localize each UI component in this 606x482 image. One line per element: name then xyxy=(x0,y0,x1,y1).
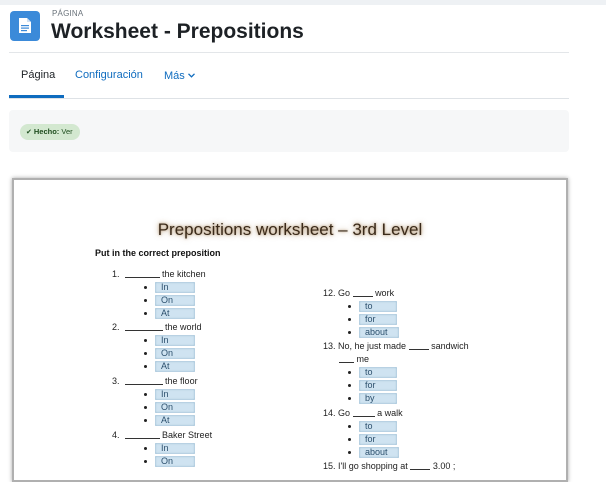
option-in[interactable]: In xyxy=(144,389,195,400)
worksheet-document: Prepositions worksheet – 3rd Level Put i… xyxy=(12,178,568,482)
option-to[interactable]: to xyxy=(348,421,397,432)
answer-blank xyxy=(352,408,375,417)
tab-mas-label: Más xyxy=(164,70,185,82)
option-for[interactable]: for xyxy=(348,314,397,325)
option-to[interactable]: to xyxy=(348,301,397,312)
question-14: 14. Go a walk xyxy=(323,408,403,418)
question-12: 12. Go work xyxy=(323,288,394,298)
chevron-down-icon xyxy=(187,69,195,81)
question-number: 4. xyxy=(112,430,120,440)
option-at[interactable]: At xyxy=(144,308,195,319)
option-at[interactable]: At xyxy=(144,361,195,372)
completion-badge: ✔ Hecho: Ver xyxy=(20,124,80,140)
question-suffix: sandwich xyxy=(431,341,469,351)
tab-mas[interactable]: Más xyxy=(164,69,195,82)
worksheet-instruction: Put in the correct preposition xyxy=(95,248,221,258)
question-suffix: a walk xyxy=(377,408,403,418)
option-about[interactable]: about xyxy=(348,327,399,338)
answer-blank xyxy=(339,354,354,363)
answer-blank xyxy=(124,430,160,439)
question-line2: me xyxy=(356,354,370,364)
page-type-label: PÁGINA xyxy=(52,9,84,18)
question-prefix: 13. No, he just made xyxy=(323,341,407,351)
option-by[interactable]: by xyxy=(348,393,397,404)
question-13: 13. No, he just made sandwich xyxy=(323,341,469,351)
question-text: the kitchen xyxy=(162,269,206,279)
option-for[interactable]: for xyxy=(348,380,397,391)
answer-blank xyxy=(124,322,163,331)
tab-configuracion[interactable]: Configuración xyxy=(75,69,143,81)
page-title: Worksheet - Prepositions xyxy=(51,20,304,43)
question-4: 4. Baker Street xyxy=(112,430,212,440)
question-prefix: 14. Go xyxy=(323,408,351,418)
answer-blank xyxy=(410,461,431,470)
answer-blank xyxy=(408,341,429,350)
worksheet-title: Prepositions worksheet – 3rd Level xyxy=(157,220,423,239)
answer-blank xyxy=(352,288,373,297)
top-border xyxy=(0,0,606,5)
question-1: 1. the kitchen xyxy=(112,269,206,279)
page-icon xyxy=(10,11,40,41)
question-text: the floor xyxy=(165,376,198,386)
question-15: 15. I'll go shopping at 3.00 ; xyxy=(323,461,455,471)
option-in[interactable]: In xyxy=(144,282,195,293)
option-in[interactable]: In xyxy=(144,443,195,454)
option-on[interactable]: On xyxy=(144,295,195,306)
question-text: Baker Street xyxy=(162,430,213,440)
question-number: 2. xyxy=(112,322,120,332)
question-number: 3. xyxy=(112,376,120,386)
option-in[interactable]: In xyxy=(144,335,195,346)
question-13-continued: me xyxy=(339,354,369,364)
question-text: the world xyxy=(165,322,202,332)
question-suffix: work xyxy=(375,288,395,298)
option-on[interactable]: On xyxy=(144,402,195,413)
question-3: 3. the floor xyxy=(112,376,198,386)
answer-blank xyxy=(124,376,163,385)
active-tab-indicator xyxy=(9,95,64,98)
option-on[interactable]: On xyxy=(144,456,195,467)
check-icon: ✔ xyxy=(26,129,32,136)
question-suffix: 3.00 ; xyxy=(432,461,456,471)
secondary-navigation: Página Configuración Más xyxy=(9,52,569,99)
tab-pagina[interactable]: Página xyxy=(21,69,55,81)
completion-value: Ver xyxy=(61,127,73,136)
option-at[interactable]: At xyxy=(144,415,195,426)
question-prefix: 12. Go xyxy=(323,288,351,298)
question-prefix: 15. I'll go shopping at xyxy=(323,461,408,471)
question-number: 1. xyxy=(112,269,120,279)
answer-blank xyxy=(124,269,160,278)
option-for[interactable]: for xyxy=(348,434,397,445)
activity-completion-bar: ✔ Hecho: Ver xyxy=(9,110,569,152)
option-about[interactable]: about xyxy=(348,447,399,458)
question-2: 2. the world xyxy=(112,322,202,332)
option-on[interactable]: On xyxy=(144,348,195,359)
completion-label: Hecho: xyxy=(33,127,60,136)
option-to[interactable]: to xyxy=(348,367,397,378)
